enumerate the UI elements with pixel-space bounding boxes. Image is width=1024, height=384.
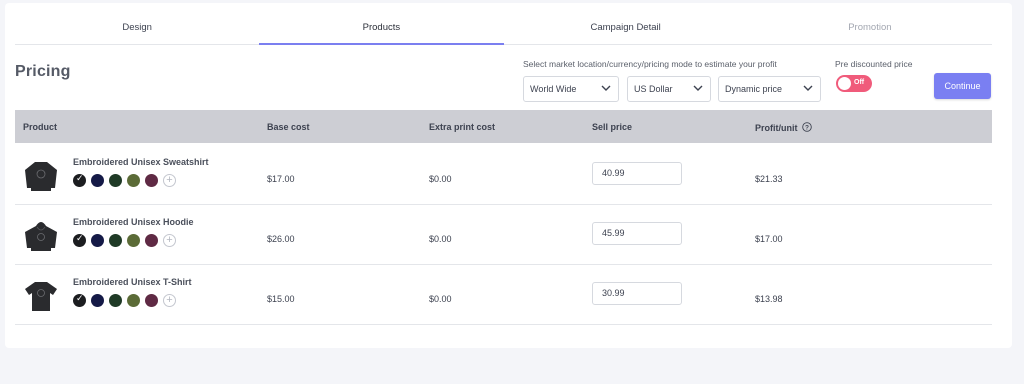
sweatshirt-image <box>25 162 57 191</box>
currency-select-value: US Dollar <box>634 84 673 94</box>
sell-price-input[interactable]: 45.99 <box>592 222 682 245</box>
pre-discount-toggle[interactable]: Off <box>836 75 872 92</box>
profit-unit: $17.00 <box>755 234 783 244</box>
chevron-down-icon <box>693 85 703 91</box>
swatch-forest-green[interactable] <box>109 294 122 307</box>
profit-unit: $13.98 <box>755 294 783 304</box>
extra-print-cost: $0.00 <box>429 174 452 184</box>
tab-campaign-detail[interactable]: Campaign Detail <box>504 16 748 44</box>
toggle-knob <box>838 77 851 90</box>
pricing-mode-select-value: Dynamic price <box>725 84 783 94</box>
col-profit-label: Profit/unit <box>755 123 798 133</box>
swatch-black[interactable] <box>73 173 86 187</box>
swatch-maroon[interactable] <box>145 174 158 187</box>
swatch-olive[interactable] <box>127 294 140 307</box>
base-cost: $17.00 <box>267 174 295 184</box>
color-swatches: + <box>73 233 176 247</box>
swatch-black[interactable] <box>73 233 86 247</box>
col-product: Product <box>23 122 58 132</box>
product-name: Embroidered Unisex Hoodie <box>73 217 194 227</box>
tab-design[interactable]: Design <box>15 16 259 44</box>
col-base-cost: Base cost <box>267 122 310 132</box>
swatch-maroon[interactable] <box>145 234 158 247</box>
sell-price-input[interactable]: 30.99 <box>592 282 682 305</box>
table-row: Embroidered Unisex Hoodie + $26.00 $0.00… <box>15 205 992 265</box>
table-row: Embroidered Unisex Sweatshirt + $17.00 $… <box>15 145 992 205</box>
table-row: Embroidered Unisex T-Shirt + $15.00 $0.0… <box>15 265 992 325</box>
base-cost: $26.00 <box>267 234 295 244</box>
chevron-down-icon <box>601 85 611 91</box>
currency-select[interactable]: US Dollar <box>627 76 711 102</box>
table-header: Product Base cost Extra print cost Sell … <box>15 110 992 143</box>
pre-discount-label: Pre discounted price <box>835 59 913 69</box>
svg-text:?: ? <box>805 124 809 131</box>
add-color-icon[interactable]: + <box>163 174 176 187</box>
tshirt-image <box>25 282 57 311</box>
swatch-forest-green[interactable] <box>109 174 122 187</box>
location-select[interactable]: World Wide <box>523 76 619 102</box>
add-color-icon[interactable]: + <box>163 294 176 307</box>
swatch-navy[interactable] <box>91 174 104 187</box>
swatch-black[interactable] <box>73 293 86 307</box>
continue-button[interactable]: Continue <box>934 73 991 99</box>
extra-print-cost: $0.00 <box>429 294 452 304</box>
step-tabs: Design Products Campaign Detail Promotio… <box>15 16 992 45</box>
swatch-olive[interactable] <box>127 234 140 247</box>
product-name: Embroidered Unisex T-Shirt <box>73 277 192 287</box>
hoodie-image <box>25 222 57 251</box>
add-color-icon[interactable]: + <box>163 234 176 247</box>
location-select-value: World Wide <box>530 84 577 94</box>
color-swatches: + <box>73 173 176 187</box>
col-extra-print-cost: Extra print cost <box>429 122 496 132</box>
extra-print-cost: $0.00 <box>429 234 452 244</box>
swatch-navy[interactable] <box>91 234 104 247</box>
swatch-olive[interactable] <box>127 174 140 187</box>
tab-products[interactable]: Products <box>259 16 504 45</box>
sell-price-input[interactable]: 40.99 <box>592 162 682 185</box>
market-hint: Select market location/currency/pricing … <box>523 59 777 69</box>
color-swatches: + <box>73 293 176 307</box>
swatch-forest-green[interactable] <box>109 234 122 247</box>
col-sell-price: Sell price <box>592 122 633 132</box>
profit-unit: $21.33 <box>755 174 783 184</box>
page-title: Pricing <box>15 63 71 80</box>
swatch-maroon[interactable] <box>145 294 158 307</box>
base-cost: $15.00 <box>267 294 295 304</box>
toggle-state: Off <box>854 79 865 86</box>
col-profit-unit: Profit/unit ? <box>755 122 812 133</box>
tab-promotion[interactable]: Promotion <box>748 16 992 44</box>
swatch-navy[interactable] <box>91 294 104 307</box>
pricing-mode-select[interactable]: Dynamic price <box>718 76 821 102</box>
product-name: Embroidered Unisex Sweatshirt <box>73 157 209 167</box>
help-icon[interactable]: ? <box>802 122 812 132</box>
chevron-down-icon <box>803 85 813 91</box>
